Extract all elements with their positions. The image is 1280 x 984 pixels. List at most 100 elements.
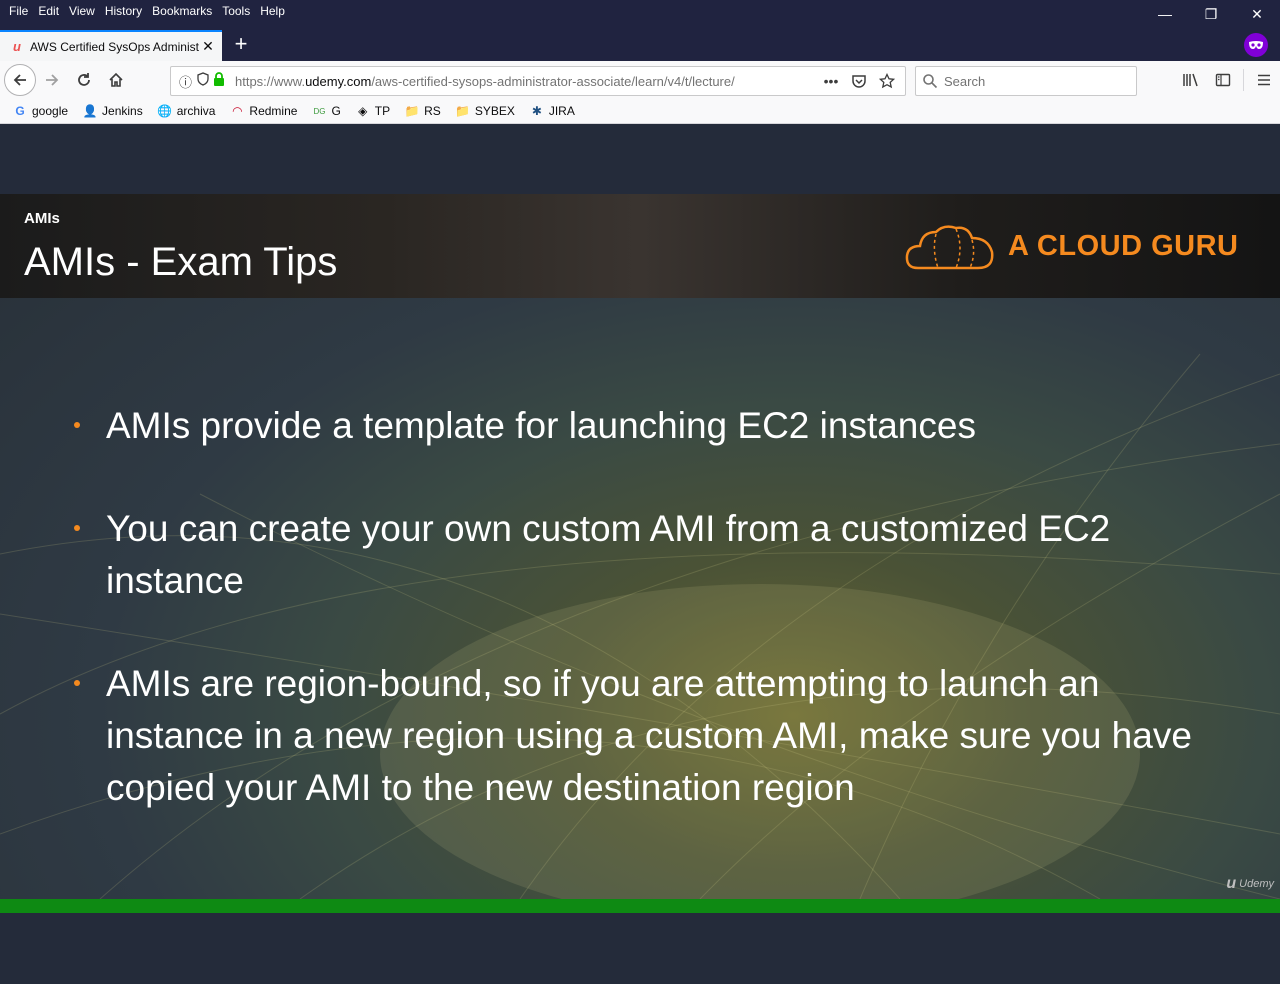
- info-icon[interactable]: ⓘ: [179, 72, 197, 91]
- minimize-button[interactable]: —: [1142, 0, 1188, 28]
- url-text[interactable]: https://www.udemy.com/aws-certified-syso…: [235, 74, 795, 89]
- globe-icon: 🌐: [157, 104, 173, 118]
- menu-bookmarks[interactable]: Bookmarks: [147, 0, 217, 22]
- sidebar-icon: [1215, 73, 1231, 87]
- folder-icon: 📁: [404, 104, 420, 118]
- tp-icon: ◈: [358, 104, 368, 118]
- folder-icon: 📁: [455, 104, 471, 118]
- home-icon: [109, 72, 123, 87]
- toolbar-right: [1175, 64, 1280, 96]
- bookmark-g[interactable]: DG G: [309, 100, 342, 122]
- arrow-left-icon: [13, 74, 26, 86]
- menu-tools[interactable]: Tools: [217, 0, 255, 22]
- bookmark-label: Redmine: [249, 104, 298, 118]
- cloud-logo-icon: [905, 225, 994, 270]
- url-actions: •••: [817, 67, 901, 95]
- slide-bullets: AMIs provide a template for launching EC…: [74, 400, 1234, 865]
- watermark-text: Udemy: [1239, 878, 1274, 890]
- video-progress-bar[interactable]: [0, 899, 1280, 913]
- udemy-favicon-icon: u: [13, 38, 21, 54]
- new-tab-button[interactable]: +: [228, 32, 254, 58]
- navigation-toolbar: ⓘ https://www.udemy.com/aws-certified-sy…: [0, 61, 1280, 99]
- menu-button[interactable]: [1248, 64, 1280, 96]
- jira-icon: ✱: [531, 104, 542, 118]
- bookmark-folder-rs[interactable]: 📁 RS: [402, 100, 443, 122]
- bullet-dot-icon: [74, 422, 80, 428]
- bullet-dot-icon: [74, 525, 80, 531]
- video-player-area: AMIs AMIs - Exam Tips A CLOUD GURU AMIs …: [0, 124, 1280, 984]
- back-button[interactable]: [4, 64, 36, 96]
- window-controls: — ❐ ✕: [1142, 0, 1280, 28]
- tab-active[interactable]: u AWS Certified SysOps Administ ✕: [0, 30, 222, 61]
- menu-help[interactable]: Help: [255, 0, 290, 22]
- bookmark-jenkins[interactable]: 👤 Jenkins: [80, 100, 145, 122]
- sidebar-button[interactable]: [1207, 64, 1239, 96]
- tab-title: AWS Certified SysOps Administ: [30, 39, 199, 54]
- forward-button[interactable]: [36, 64, 68, 96]
- close-window-button[interactable]: ✕: [1234, 0, 1280, 28]
- redmine-icon: ◠: [232, 104, 243, 118]
- reload-icon: [78, 73, 90, 86]
- bookmark-label: google: [32, 104, 69, 118]
- slide-title: AMIs - Exam Tips: [24, 240, 338, 284]
- url-prefix: https://www.: [235, 73, 306, 89]
- bookmark-label: G: [331, 104, 341, 118]
- dg-icon: DG: [313, 106, 326, 116]
- bookmark-label: archiva: [176, 104, 216, 118]
- hamburger-menu-icon: [1258, 74, 1270, 86]
- udemy-logo-icon: u: [1226, 875, 1237, 892]
- library-button[interactable]: [1175, 64, 1207, 96]
- udemy-watermark: u Udemy: [1226, 875, 1274, 893]
- search-icon: [923, 74, 938, 89]
- bullet-text: AMIs are region-bound, so if you are att…: [106, 663, 1192, 808]
- bookmark-jira[interactable]: ✱ JIRA: [527, 100, 577, 122]
- page-actions-button[interactable]: •••: [817, 67, 845, 95]
- toolbar-separator: [1243, 69, 1244, 91]
- menu-file[interactable]: File: [4, 0, 33, 22]
- jenkins-icon: 👤: [82, 104, 98, 118]
- bookmark-label: RS: [424, 104, 441, 118]
- bookmark-folder-sybex[interactable]: 📁 SYBEX: [453, 100, 517, 122]
- tab-close-icon[interactable]: ✕: [200, 38, 216, 55]
- bullet-item: AMIs are region-bound, so if you are att…: [74, 658, 1234, 814]
- slide-section-label: AMIs: [24, 210, 60, 227]
- bullet-dot-icon: [74, 680, 80, 686]
- search-input[interactable]: Search: [915, 66, 1137, 96]
- reload-button[interactable]: [68, 64, 100, 96]
- lecture-slide[interactable]: AMIs AMIs - Exam Tips A CLOUD GURU AMIs …: [0, 194, 1280, 899]
- video-progress-fill: [0, 899, 1280, 913]
- bookmark-label: TP: [374, 104, 391, 118]
- bookmark-star-icon[interactable]: [873, 67, 901, 95]
- bookmark-tp[interactable]: ◈ TP: [353, 100, 392, 122]
- brand-logo: A CLOUD GURU: [904, 220, 1238, 272]
- bookmarks-toolbar: G google 👤 Jenkins 🌐 archiva ◠ Redmine D…: [0, 99, 1280, 124]
- bookmark-redmine[interactable]: ◠ Redmine: [227, 100, 299, 122]
- lock-icon[interactable]: [213, 71, 229, 91]
- restore-button[interactable]: ❐: [1188, 0, 1234, 28]
- browser-titlebar: File Edit View History Bookmarks Tools H…: [0, 0, 1280, 61]
- pocket-icon[interactable]: [845, 67, 873, 95]
- menu-bar: File Edit View History Bookmarks Tools H…: [0, 0, 290, 22]
- bookmark-archiva[interactable]: 🌐 archiva: [155, 100, 218, 122]
- bullet-item: You can create your own custom AMI from …: [74, 503, 1234, 607]
- menu-history[interactable]: History: [100, 0, 147, 22]
- bullet-text: You can create your own custom AMI from …: [106, 508, 1111, 601]
- url-path: /aws-certified-sysops-administrator-asso…: [371, 73, 735, 89]
- bookmark-label: Jenkins: [102, 104, 143, 118]
- private-browsing-icon: [1244, 33, 1268, 57]
- bullet-text: AMIs provide a template for launching EC…: [106, 405, 976, 446]
- menu-view[interactable]: View: [64, 0, 100, 22]
- bullet-item: AMIs provide a template for launching EC…: [74, 400, 1234, 452]
- url-bar[interactable]: ⓘ https://www.udemy.com/aws-certified-sy…: [170, 66, 906, 96]
- bookmark-label: SYBEX: [474, 104, 515, 118]
- home-button[interactable]: [100, 64, 132, 96]
- tracking-shield-icon[interactable]: [197, 71, 213, 91]
- url-host: udemy.com: [305, 73, 372, 89]
- slide-header: AMIs AMIs - Exam Tips A CLOUD GURU: [0, 194, 1280, 298]
- brand-name: A CLOUD GURU: [1008, 229, 1239, 262]
- search-placeholder: Search: [944, 73, 986, 89]
- arrow-right-icon: [46, 74, 59, 86]
- google-icon: G: [15, 104, 25, 118]
- menu-edit[interactable]: Edit: [33, 0, 64, 22]
- bookmark-google[interactable]: G google: [10, 100, 70, 122]
